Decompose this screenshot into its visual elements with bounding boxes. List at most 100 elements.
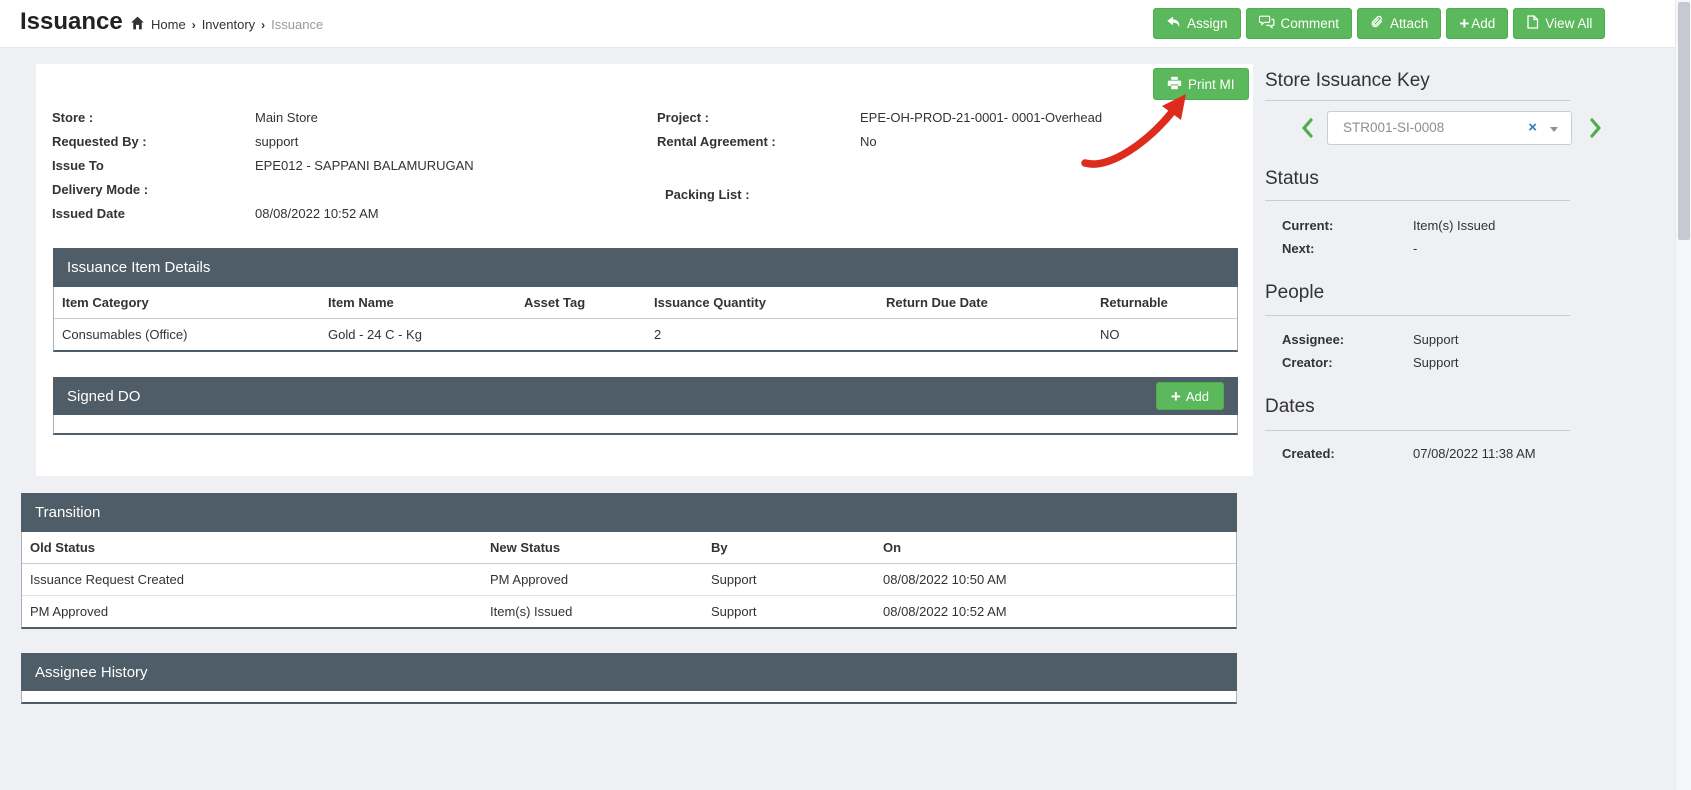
assignee-history-section: Assignee History	[21, 653, 1237, 704]
document-icon	[1526, 15, 1539, 32]
field-label: Project :	[657, 106, 709, 130]
signed-do-add-label: Add	[1186, 389, 1209, 404]
table-header-row: Item Category Item Name Asset Tag Issuan…	[54, 287, 1237, 319]
home-icon[interactable]	[130, 16, 145, 33]
header-actions: Assign Comment Attach + Add	[1153, 8, 1605, 39]
assignee-history-body	[21, 691, 1237, 704]
field-value: EPE-OH-PROD-21-0001- 0001-Overhead	[860, 106, 1102, 130]
view-all-button[interactable]: View All	[1513, 8, 1605, 39]
field-label: Rental Agreement :	[657, 130, 776, 154]
field-issue-to: Issue To EPE012 - SAPPANI BALAMURUGAN	[52, 154, 632, 178]
add-button[interactable]: + Add	[1446, 8, 1508, 39]
assign-button[interactable]: Assign	[1153, 8, 1241, 39]
print-mi-button[interactable]: Print MI	[1153, 68, 1249, 100]
field-value: Main Store	[255, 106, 318, 130]
page-title: Issuance	[20, 8, 123, 36]
row-value: 07/08/2022 11:38 AM	[1413, 444, 1536, 464]
chevron-left-icon[interactable]	[1299, 116, 1317, 140]
field-label: Delivery Mode :	[52, 178, 148, 202]
chevron-right-icon[interactable]	[1586, 116, 1604, 140]
col-asset-tag: Asset Tag	[516, 287, 646, 319]
row-label: Current:	[1282, 216, 1333, 236]
scrollbar-thumb[interactable]	[1678, 2, 1690, 240]
people-section-title: People	[1265, 282, 1324, 304]
cell-return-due-date	[878, 319, 1092, 351]
field-value: support	[255, 130, 298, 154]
breadcrumb-inventory[interactable]: Inventory	[202, 17, 255, 32]
caret-down-icon	[1550, 127, 1558, 132]
item-details-table: Item Category Item Name Asset Tag Issuan…	[54, 287, 1237, 350]
cell-new-status: Item(s) Issued	[482, 596, 703, 628]
assign-label: Assign	[1187, 16, 1228, 31]
transition-section: Transition Old Status New Status By On I…	[21, 493, 1237, 629]
divider	[1265, 200, 1570, 201]
clear-x-icon[interactable]: ×	[1528, 119, 1537, 137]
dates-created-row: Created: 07/08/2022 11:38 AM	[1282, 444, 1572, 464]
cell-old-status: PM Approved	[22, 596, 482, 628]
field-label: Packing List :	[665, 183, 750, 207]
field-label: Issued Date	[52, 202, 125, 226]
cell-by: Support	[703, 564, 875, 596]
divider	[1265, 315, 1570, 316]
print-mi-label: Print MI	[1188, 77, 1235, 92]
field-rental-agreement: Rental Agreement : No	[657, 130, 1237, 154]
issuance-key-value: STR001-SI-0008	[1343, 120, 1444, 135]
breadcrumb-home[interactable]: Home	[151, 17, 186, 32]
paperclip-icon	[1370, 15, 1384, 32]
cell-old-status: Issuance Request Created	[22, 564, 482, 596]
store-issuance-key-title: Store Issuance Key	[1265, 70, 1430, 92]
transition-body: Old Status New Status By On Issuance Req…	[21, 532, 1237, 629]
section-title: Transition	[35, 504, 100, 521]
table-row: Issuance Request Created PM Approved Sup…	[22, 564, 1236, 596]
add-label: Add	[1471, 16, 1495, 31]
cell-new-status: PM Approved	[482, 564, 703, 596]
section-title: Issuance Item Details	[67, 259, 210, 276]
cell-on: 08/08/2022 10:52 AM	[875, 596, 1236, 628]
field-project: Project : EPE-OH-PROD-21-0001- 0001-Over…	[657, 106, 1237, 130]
row-value: Support	[1413, 353, 1459, 373]
issuance-item-details-section: Issuance Item Details Item Category Item…	[53, 248, 1238, 352]
transition-header: Transition	[21, 493, 1237, 532]
field-value: 08/08/2022 10:52 AM	[255, 202, 379, 226]
field-label: Store :	[52, 106, 93, 130]
col-by: By	[703, 532, 875, 564]
row-label: Created:	[1282, 444, 1335, 464]
col-item-category: Item Category	[54, 287, 320, 319]
issuance-detail-card: Print MI Store : Main Store Requested By…	[36, 64, 1253, 476]
breadcrumb: Home › Inventory › Issuance	[130, 16, 323, 33]
row-label: Assignee:	[1282, 330, 1344, 350]
signed-do-add-button[interactable]: + Add	[1156, 382, 1224, 410]
printer-icon	[1167, 76, 1182, 93]
row-value: Support	[1413, 330, 1459, 350]
breadcrumb-separator: ›	[261, 18, 265, 32]
issuance-key-select[interactable]: STR001-SI-0008 ×	[1327, 111, 1572, 145]
comment-button[interactable]: Comment	[1246, 8, 1353, 39]
cell-issuance-quantity: 2	[646, 319, 878, 351]
people-assignee-row: Assignee: Support	[1282, 330, 1572, 350]
issuance-item-details-header: Issuance Item Details	[53, 248, 1238, 287]
field-packing-list: Packing List :	[665, 183, 1245, 207]
signed-do-header: Signed DO + Add	[53, 377, 1238, 415]
divider	[1265, 100, 1570, 101]
field-label: Issue To	[52, 154, 104, 178]
col-return-due-date: Return Due Date	[878, 287, 1092, 319]
status-section-title: Status	[1265, 168, 1319, 190]
cell-returnable: NO	[1092, 319, 1237, 351]
plus-icon: +	[1459, 15, 1469, 32]
assignee-history-header: Assignee History	[21, 653, 1237, 691]
table-row: PM Approved Item(s) Issued Support 08/08…	[22, 596, 1236, 628]
people-creator-row: Creator: Support	[1282, 353, 1572, 373]
divider	[1265, 430, 1570, 431]
attach-label: Attach	[1390, 16, 1428, 31]
section-title: Signed DO	[67, 388, 140, 405]
cell-item-category: Consumables (Office)	[54, 319, 320, 351]
col-issuance-quantity: Issuance Quantity	[646, 287, 878, 319]
attach-button[interactable]: Attach	[1357, 8, 1441, 39]
field-value: EPE012 - SAPPANI BALAMURUGAN	[255, 154, 474, 178]
issuance-item-details-body: Item Category Item Name Asset Tag Issuan…	[53, 287, 1238, 352]
row-label: Next:	[1282, 239, 1315, 259]
view-all-label: View All	[1545, 16, 1592, 31]
breadcrumb-separator: ›	[192, 18, 196, 32]
status-current-row: Current: Item(s) Issued	[1282, 216, 1572, 236]
scrollbar-track[interactable]	[1675, 0, 1691, 790]
